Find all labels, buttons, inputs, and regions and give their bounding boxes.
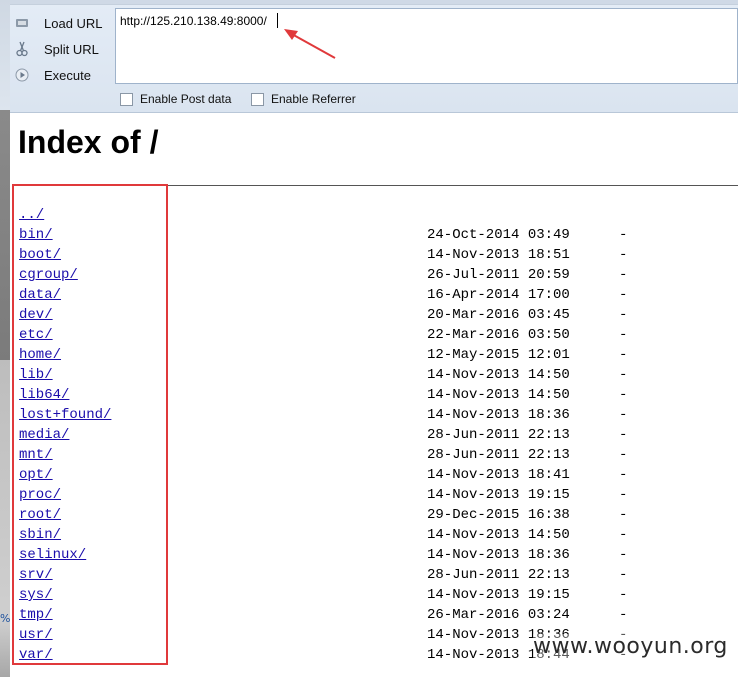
- file-size: -: [619, 267, 628, 283]
- file-size: -: [619, 327, 628, 343]
- execute-label: Execute: [44, 67, 91, 83]
- file-size: -: [619, 507, 628, 523]
- modified-date: 14-Nov-2013 19:15: [427, 587, 570, 603]
- referrer-checkbox-label: Enable Referrer: [271, 92, 356, 106]
- file-size: -: [619, 347, 628, 363]
- modified-date: 12-May-2015 12:01: [427, 347, 570, 363]
- file-size: -: [619, 547, 628, 563]
- execute-icon: [14, 67, 30, 83]
- hackbar-menu-strip: [10, 0, 738, 5]
- execute-button[interactable]: Execute: [14, 64, 114, 86]
- url-value: http://125.210.138.49:8000/: [120, 14, 267, 28]
- file-size: -: [619, 367, 628, 383]
- file-size: -: [619, 287, 628, 303]
- modified-date: 14-Nov-2013 18:51: [427, 247, 570, 263]
- enable-referrer-checkbox[interactable]: Enable Referrer: [251, 92, 356, 106]
- zoom-fragment: %: [0, 612, 11, 625]
- file-size: -: [619, 247, 628, 263]
- split-url-button[interactable]: Split URL: [14, 38, 114, 60]
- file-size: -: [619, 567, 628, 583]
- load-url-icon: [14, 15, 30, 31]
- browser-sidebar-strip: %: [0, 0, 10, 677]
- modified-date: 28-Jun-2011 22:13: [427, 567, 570, 583]
- file-size: -: [619, 427, 628, 443]
- file-size: -: [619, 487, 628, 503]
- modified-date: 14-Nov-2013 18:36: [427, 547, 570, 563]
- modified-date: 14-Nov-2013 14:50: [427, 387, 570, 403]
- post-data-checkbox-box[interactable]: [120, 92, 133, 106]
- text-caret: [277, 13, 278, 28]
- modified-date: 28-Jun-2011 22:13: [427, 427, 570, 443]
- modified-date: 26-Mar-2016 03:24: [427, 607, 570, 623]
- modified-date: 16-Apr-2014 17:00: [427, 287, 570, 303]
- modified-date: 14-Nov-2013 18:36: [427, 407, 570, 423]
- load-url-button[interactable]: Load URL: [14, 12, 114, 34]
- modified-date: 28-Jun-2011 22:13: [427, 447, 570, 463]
- watermark: www.wooyun.org: [533, 634, 728, 659]
- file-size: -: [619, 387, 628, 403]
- file-size: -: [619, 527, 628, 543]
- file-size: -: [619, 407, 628, 423]
- post-data-checkbox-label: Enable Post data: [140, 92, 232, 106]
- hackbar-panel: Load URL Split URL Execute http://125.21…: [10, 0, 738, 113]
- modified-date: 22-Mar-2016 03:50: [427, 327, 570, 343]
- referrer-checkbox-box[interactable]: [251, 92, 264, 106]
- modified-date: 14-Nov-2013 18:41: [427, 467, 570, 483]
- file-size: -: [619, 607, 628, 623]
- split-url-icon: [14, 41, 30, 57]
- file-size: -: [619, 227, 628, 243]
- annotation-highlight-box: [12, 184, 168, 665]
- modified-date: 29-Dec-2015 16:38: [427, 507, 570, 523]
- page-title: Index of /: [18, 124, 159, 160]
- enable-post-data-checkbox[interactable]: Enable Post data: [120, 92, 231, 106]
- load-url-label: Load URL: [44, 15, 103, 31]
- modified-date: 24-Oct-2014 03:49: [427, 227, 570, 243]
- file-size: -: [619, 587, 628, 603]
- file-size: -: [619, 307, 628, 323]
- modified-date: 14-Nov-2013 19:15: [427, 487, 570, 503]
- modified-date: 20-Mar-2016 03:45: [427, 307, 570, 323]
- url-textarea[interactable]: http://125.210.138.49:8000/: [115, 8, 738, 84]
- modified-date: 26-Jul-2011 20:59: [427, 267, 570, 283]
- modified-date: 14-Nov-2013 14:50: [427, 527, 570, 543]
- split-url-label: Split URL: [44, 41, 99, 57]
- file-size: -: [619, 467, 628, 483]
- modified-date: 14-Nov-2013 14:50: [427, 367, 570, 383]
- file-size: -: [619, 447, 628, 463]
